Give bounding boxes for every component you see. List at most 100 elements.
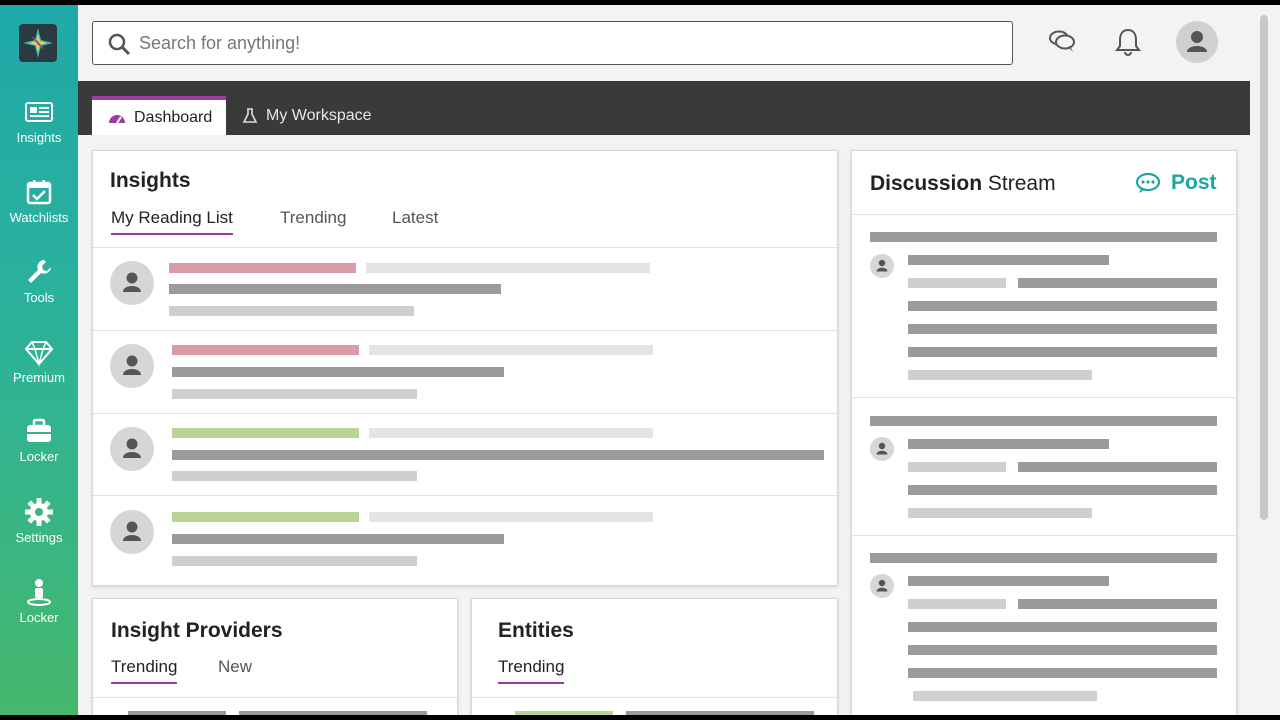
placeholder-bar — [172, 512, 359, 522]
search-box[interactable] — [92, 21, 1013, 65]
scrollbar[interactable] — [1250, 5, 1280, 715]
chat-bubbles-icon[interactable] — [1048, 27, 1076, 55]
divider — [93, 330, 837, 331]
sidebar-item-insights[interactable]: Insights — [0, 97, 78, 157]
person-icon — [1187, 31, 1207, 52]
placeholder-bar — [1018, 462, 1217, 472]
insight-providers-card: Insight Providers Trending New — [92, 598, 458, 715]
placeholder-bar — [908, 622, 1217, 632]
card-title: Insights — [110, 169, 191, 192]
sidebar-item-settings[interactable]: Settings — [0, 497, 78, 557]
person-icon — [123, 438, 141, 458]
scroll-thumb[interactable] — [1260, 15, 1268, 520]
search-icon — [108, 33, 131, 56]
placeholder-bar — [172, 450, 824, 460]
placeholder-bar — [369, 512, 653, 522]
placeholder-bar — [908, 370, 1092, 380]
placeholder-bar — [870, 416, 1217, 426]
workspace-tabs: Dashboard My Workspace — [78, 81, 1250, 135]
divider — [472, 697, 837, 698]
comment-icon — [1135, 172, 1161, 193]
placeholder-bar — [239, 711, 427, 715]
placeholder-bar — [172, 345, 359, 355]
avatar — [110, 344, 154, 388]
avatar — [110, 510, 154, 554]
app-logo[interactable] — [19, 24, 57, 62]
placeholder-bar — [908, 347, 1217, 357]
placeholder-bar — [908, 599, 1006, 609]
sidebar-item-watchlists[interactable]: Watchlists — [0, 177, 78, 237]
avatar — [110, 427, 154, 471]
divider — [852, 535, 1236, 536]
divider — [93, 413, 837, 414]
tab-label: My Workspace — [266, 106, 372, 124]
person-icon — [876, 259, 888, 272]
insights-card: Insights My Reading List Trending Latest — [92, 150, 838, 586]
entities-card: Entities Trending — [471, 598, 838, 715]
search-input[interactable] — [139, 30, 989, 56]
tab-dashboard[interactable]: Dashboard — [92, 96, 226, 135]
placeholder-bar — [908, 462, 1006, 472]
avatar — [110, 261, 154, 305]
sidebar-item-premium[interactable]: Premium — [0, 337, 78, 397]
person-icon — [876, 579, 888, 592]
subtab-trending[interactable]: Trending — [498, 657, 565, 684]
subtab-new[interactable]: New — [218, 657, 252, 677]
sidebar-item-locker[interactable]: Locker — [0, 416, 78, 476]
subtab-latest[interactable]: Latest — [392, 208, 438, 228]
gear-icon — [25, 498, 53, 526]
sidebar-item-tools[interactable]: Tools — [0, 257, 78, 317]
sidebar-item-locker-2[interactable]: Locker — [0, 577, 78, 637]
placeholder-bar — [172, 367, 504, 377]
card-title: Insight Providers — [111, 619, 283, 642]
sidebar-item-label: Insights — [16, 130, 62, 145]
placeholder-bar — [172, 556, 417, 566]
user-avatar[interactable] — [1176, 21, 1218, 63]
tab-label: Dashboard — [134, 108, 213, 126]
placeholder-bar — [128, 711, 226, 715]
tab-my-workspace[interactable]: My Workspace — [226, 96, 386, 135]
calendar-check-icon — [26, 180, 52, 205]
placeholder-bar — [908, 439, 1109, 449]
placeholder-bar — [169, 306, 414, 316]
post-label: Post — [1171, 171, 1217, 194]
discussion-stream-card: Discussion Stream Post — [851, 150, 1237, 715]
placeholder-bar — [172, 389, 417, 399]
subtab-trending[interactable]: Trending — [280, 208, 346, 228]
placeholder-bar — [908, 278, 1006, 288]
wrench-icon — [28, 260, 51, 283]
gauge-icon — [109, 114, 125, 124]
avatar — [870, 437, 894, 461]
newspaper-icon — [25, 102, 53, 122]
divider — [852, 214, 1236, 215]
placeholder-bar — [369, 345, 653, 355]
title-bold: Discussion — [870, 172, 983, 195]
subtab-trending[interactable]: Trending — [111, 657, 178, 684]
placeholder-bar — [908, 576, 1109, 586]
placeholder-bar — [169, 263, 356, 273]
bell-icon[interactable] — [1114, 27, 1142, 57]
person-icon — [123, 521, 141, 541]
diamond-icon — [24, 341, 54, 367]
placeholder-bar — [870, 232, 1217, 242]
placeholder-bar — [870, 553, 1217, 563]
card-title: Entities — [498, 619, 574, 642]
placeholder-bar — [908, 508, 1092, 518]
title-rest: Stream — [982, 172, 1056, 195]
placeholder-bar — [908, 668, 1217, 678]
placeholder-bar — [908, 255, 1109, 265]
placeholder-bar — [913, 691, 1097, 701]
placeholder-bar — [1018, 278, 1217, 288]
placeholder-bar — [515, 711, 613, 715]
divider — [93, 495, 837, 496]
placeholder-bar — [908, 645, 1217, 655]
sidebar-item-label: Settings — [15, 530, 63, 545]
placeholder-bar — [366, 263, 650, 273]
placeholder-bar — [908, 485, 1217, 495]
avatar — [870, 254, 894, 278]
post-button[interactable]: Post — [1135, 171, 1217, 195]
subtab-my-reading-list[interactable]: My Reading List — [111, 208, 233, 235]
app-window: Insights Watchlists Tools Premium Locker… — [0, 5, 1280, 715]
divider — [93, 697, 457, 698]
sidebar-item-label: Locker — [19, 449, 59, 464]
